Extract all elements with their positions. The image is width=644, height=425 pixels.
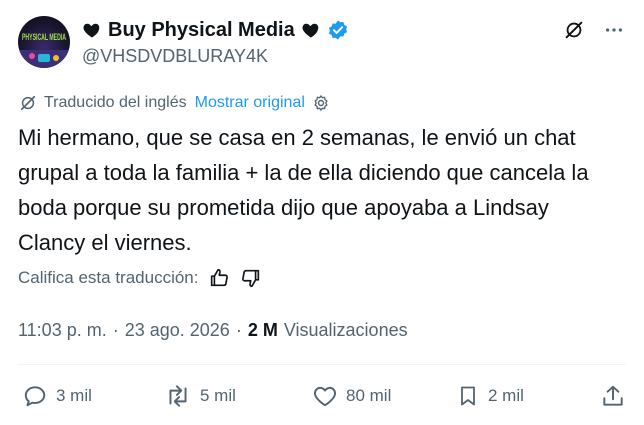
bookmark-icon (461, 386, 475, 406)
black-heart-icon (83, 23, 100, 38)
like-count: 80 mil (346, 386, 392, 405)
translation-notice: Traducido del inglés Mostrar original (18, 92, 331, 114)
reply-icon (24, 386, 46, 407)
tweet-date[interactable]: 23 ago. 2026 (125, 320, 230, 341)
verified-badge-icon[interactable] (327, 19, 349, 41)
divider (18, 364, 626, 365)
black-heart-icon (302, 23, 319, 38)
share-icon (603, 385, 623, 406)
grok-translate-icon (20, 95, 36, 111)
meta-separator: · (112, 319, 119, 340)
reply-button[interactable]: 3 mil (22, 380, 92, 412)
share-button[interactable] (600, 380, 626, 412)
views-label: Visualizaciones (283, 319, 408, 340)
views-count: 2 M (247, 319, 278, 340)
more-options-button[interactable] (602, 18, 626, 42)
rate-translation-row: Califica esta traducción: (18, 266, 262, 290)
tweet-text: Mi hermano, que se casa en 2 semanas, le… (18, 125, 589, 255)
author-handle[interactable]: @VHSDVDBLURAY4K (82, 46, 268, 67)
show-original-link[interactable]: Mostrar original (195, 94, 305, 112)
like-button[interactable]: 80 mil (312, 380, 391, 412)
author-name-row[interactable]: Buy Physical Media (82, 17, 349, 43)
tweet-top-actions (562, 18, 626, 42)
tweet-time[interactable]: 11:03 p. m. (18, 320, 107, 341)
thumbs-up-icon[interactable] (208, 267, 230, 289)
avatar-logo-text: PHYSICAL MEDIA (22, 32, 66, 42)
repost-button[interactable]: 5 mil (164, 380, 236, 412)
translation-label: Traducido del inglés (44, 94, 187, 111)
grok-button[interactable] (562, 18, 586, 42)
meta-separator: · (235, 319, 242, 340)
thumbs-down-icon[interactable] (240, 267, 262, 289)
gear-icon[interactable] (311, 93, 331, 113)
grok-icon (565, 21, 583, 39)
repost-count: 5 mil (200, 386, 236, 405)
more-dots-icon (605, 28, 623, 32)
avatar-logo-icon: PHYSICAL MEDIA (18, 32, 70, 68)
repost-icon (169, 385, 187, 407)
rate-translation-label: Califica esta traducción: (18, 268, 199, 287)
heart-icon (313, 386, 337, 407)
bookmark-button[interactable]: 2 mil (456, 380, 524, 412)
tweet-actions: 3 mil 5 mil 80 mil 2 mil (0, 380, 644, 412)
author-display-name[interactable]: Buy Physical Media (108, 19, 295, 42)
reply-count: 3 mil (56, 386, 92, 405)
tweet-meta: 11:03 p. m. · 23 ago. 2026 · 2 M Visuali… (18, 318, 408, 342)
avatar[interactable]: PHYSICAL MEDIA (18, 16, 70, 68)
bookmark-count: 2 mil (488, 386, 524, 405)
tweet-header: PHYSICAL MEDIA Buy Physical Media @VHSDV… (0, 0, 644, 80)
